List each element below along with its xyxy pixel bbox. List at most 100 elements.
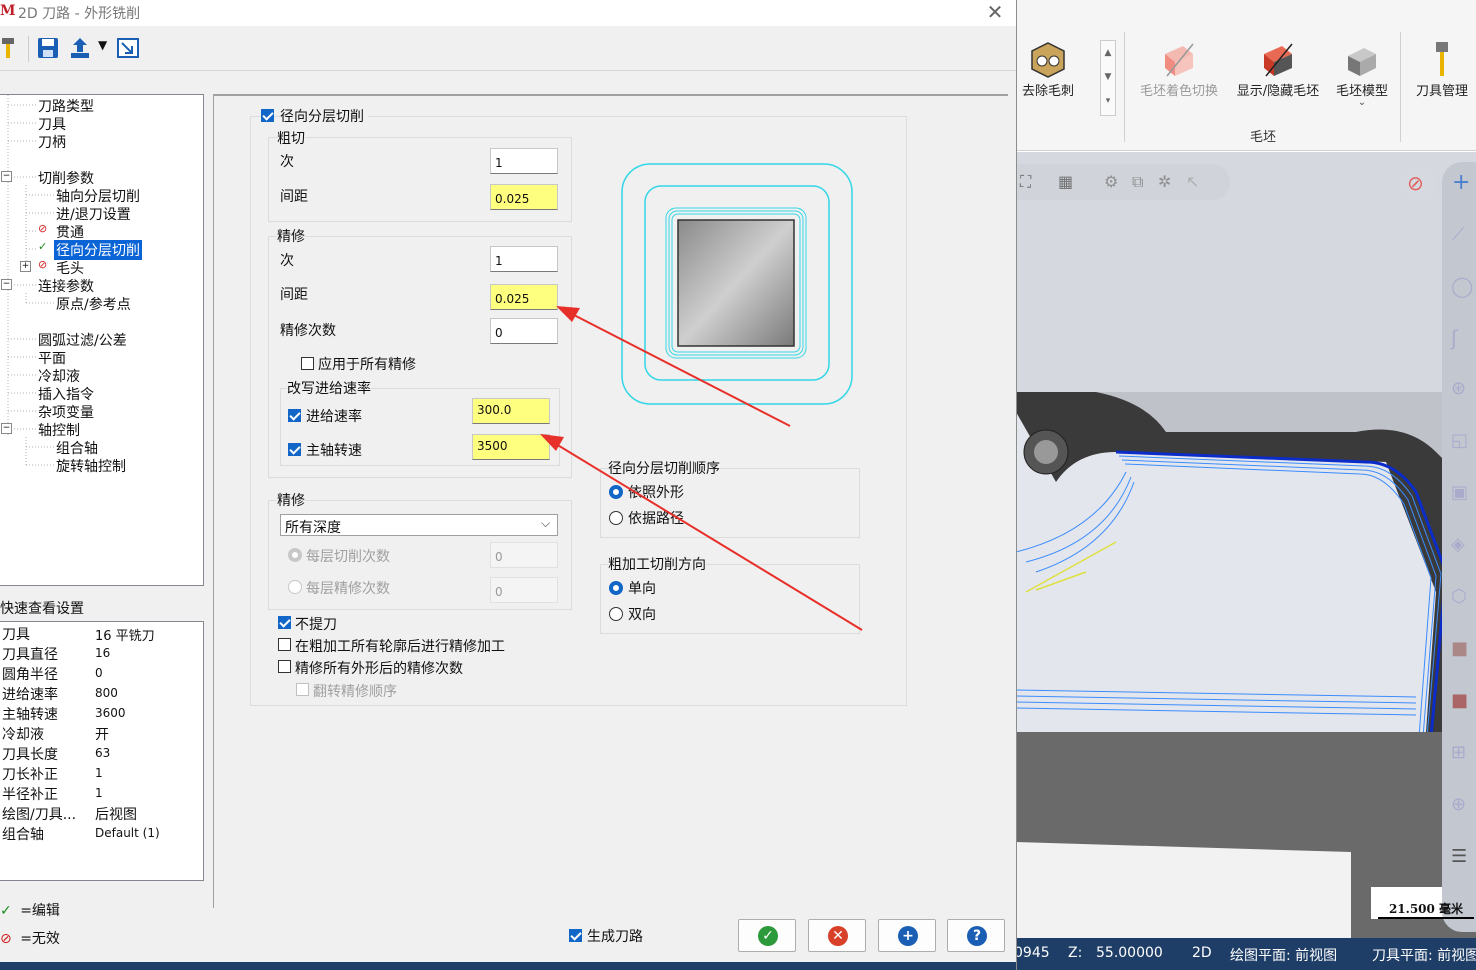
stock-icon[interactable]: ■ [1451, 690, 1468, 711]
rotate-select-icon[interactable]: ✲ [1158, 172, 1171, 191]
rough-spacing-input[interactable]: 0.025 [490, 184, 558, 210]
tree-item-planes[interactable]: 平面 [38, 348, 66, 368]
tree-item-coolant[interactable]: 冷却液 [38, 366, 80, 386]
clear-button[interactable]: ⊘ [1399, 166, 1435, 202]
direction-oneway-radio[interactable] [609, 581, 623, 595]
box-select-icon[interactable]: ▦ [1058, 172, 1073, 191]
gallery-scroll[interactable]: ▲ ▼ ▾ [1100, 40, 1116, 116]
title-bar: M 2D 刀路 - 外形铣削 ✕ [0, 0, 1016, 26]
finish-count-input[interactable]: 1 [490, 246, 558, 272]
finish-spacing-input[interactable]: 0.025 [490, 284, 558, 310]
reverse-finish-label: 翻转精修顺序 [313, 684, 397, 700]
analyze-icon[interactable]: ⊕ [1451, 794, 1466, 815]
circle-icon[interactable]: ◯ [1451, 274, 1473, 298]
status-mode[interactable]: 2D [1192, 945, 1212, 961]
rough-count-input[interactable]: 1 [490, 148, 558, 174]
pointer-icon[interactable]: ↖ [1186, 172, 1199, 191]
collapse-icon[interactable]: − [1, 423, 12, 434]
tree-item-rotary-axis[interactable]: 旋转轴控制 [56, 456, 126, 476]
apply-button[interactable]: + [878, 919, 936, 952]
measure-icon[interactable]: ⊞ [1451, 742, 1466, 763]
tree-item-toolpath-type[interactable]: 刀路类型 [38, 96, 94, 116]
tree-item-linking[interactable]: 连接参数 [38, 276, 94, 296]
ok-button[interactable]: ✓ [738, 919, 796, 952]
sphere-icon[interactable]: ⊛ [1451, 378, 1466, 399]
tree-item-multi-passes[interactable]: 径向分层切削 [54, 240, 142, 260]
tree-item-canned-text[interactable]: 插入指令 [38, 384, 94, 404]
cancel-button[interactable]: ✕ [808, 919, 866, 952]
tree-item-tabs[interactable]: 毛头 [56, 258, 84, 278]
tree-item-lead-in-out[interactable]: 进/退刀设置 [56, 204, 131, 224]
finish-all-count-label: 精修所有外形后的精修次数 [295, 661, 463, 677]
no-lift-checkbox[interactable] [278, 616, 291, 629]
help-button[interactable]: ? [947, 919, 1005, 952]
order-by-contour-radio[interactable] [609, 485, 623, 499]
direction-zigzag-radio[interactable] [609, 607, 623, 621]
wire-icon[interactable]: ⬡ [1451, 586, 1467, 607]
tree-item-break-through[interactable]: 贯通 [56, 222, 84, 242]
tool-icon[interactable] [0, 36, 24, 60]
mesh-icon[interactable]: ◈ [1451, 534, 1465, 555]
override-feed-input[interactable]: 300.0 [472, 398, 550, 424]
direction-zigzag-label: 双向 [628, 607, 656, 623]
tree-item-axis-combination[interactable]: 组合轴 [56, 438, 98, 458]
solid-icon[interactable]: ▣ [1451, 482, 1468, 503]
order-by-path-radio[interactable] [609, 511, 623, 525]
ribbon-group-stock-label: 毛坯 [1249, 130, 1276, 145]
tree-item-tool[interactable]: 刀具 [38, 114, 66, 134]
status-tool-plane[interactable]: 刀具平面: 前视图 [1372, 945, 1476, 965]
override-feed-checkbox[interactable] [288, 409, 301, 422]
select-icon[interactable]: ⛶ [1020, 172, 1031, 192]
tree-item-home-ref[interactable]: 原点/参考点 [56, 294, 131, 314]
reverse-finish-checkbox[interactable] [296, 683, 309, 696]
radial-passes-label: 径向分层切削 [280, 106, 368, 126]
radial-passes-checkbox[interactable] [261, 109, 274, 122]
finish-after-rough-checkbox[interactable] [278, 638, 291, 651]
export-icon[interactable] [68, 36, 92, 60]
per-layer-cut-input[interactable]: 0 [490, 542, 558, 568]
tree-item-cut-params[interactable]: 切削参数 [38, 168, 94, 188]
tree-item-axis-control[interactable]: 轴控制 [38, 420, 80, 440]
finish-depth-select[interactable]: 所有深度 ⌵ [280, 514, 558, 536]
tool-manager-button[interactable]: 刀具管理 [1408, 40, 1476, 99]
remove-burr-button[interactable]: 去除毛刺 [1016, 40, 1080, 99]
collapse-icon[interactable]: − [1, 279, 12, 290]
apply-all-finish-checkbox[interactable] [301, 357, 314, 370]
color-icon[interactable]: ■ [1451, 638, 1468, 659]
show-hide-stock-button[interactable]: 显示/隐藏毛坯 [1228, 40, 1328, 99]
layers-icon[interactable]: ☰ [1451, 846, 1467, 867]
stock-model-button[interactable]: 毛坯模型 ⌄ [1330, 40, 1394, 108]
per-layer-cut-radio[interactable] [288, 548, 302, 562]
save-icon[interactable] [36, 36, 60, 60]
filter-icon[interactable]: ⚙ [1104, 172, 1118, 191]
minimize-to-graphics-icon[interactable] [116, 36, 140, 60]
tree-item-misc-values[interactable]: 杂项变量 [38, 402, 94, 422]
tree-item-depth-cuts[interactable]: 轴向分层切削 [56, 186, 140, 206]
parameter-tree: − + − − 刀路类型 刀具 刀柄 切削参数 轴向分层切削 进/退刀设置 ⊘ … [0, 94, 204, 586]
graphics-viewport[interactable]: ⛶ ▦ ⚙ ⧉ ✲ ↖ ⊘ + ⟋ ◯ ʃ ⊛ ◱ ▣ ◈ ⬡ ■ ■ ⊞ ⊕ … [1016, 152, 1476, 938]
stock-shade-toggle-button[interactable]: 毛坯着色切换 [1134, 40, 1224, 99]
per-layer-finish-radio[interactable] [288, 580, 302, 594]
legend-edit: ✓ =编辑 [0, 903, 60, 919]
close-button[interactable]: ✕ [980, 0, 1010, 24]
surface-icon[interactable]: ◱ [1451, 430, 1468, 451]
apply-all-finish-label: 应用于所有精修 [318, 357, 416, 373]
tree-item-arc-filter[interactable]: 圆弧过滤/公差 [38, 330, 127, 350]
status-drawing-plane[interactable]: 绘图平面: 前视图 [1230, 945, 1337, 965]
finish-all-count-checkbox[interactable] [278, 660, 291, 673]
curve-icon[interactable]: ʃ [1451, 326, 1458, 350]
chevron-down-icon[interactable]: ▼ [98, 38, 107, 52]
per-layer-finish-input[interactable]: 0 [490, 577, 558, 603]
override-spindle-checkbox[interactable] [288, 443, 301, 456]
expand-icon[interactable]: + [20, 261, 31, 272]
finish-count-label: 次 [280, 253, 294, 269]
stock-model-icon [1348, 48, 1376, 76]
collapse-icon[interactable]: − [1, 171, 12, 182]
axis-icon[interactable]: ⟋ [1452, 224, 1465, 245]
override-spindle-input[interactable]: 3500 [472, 434, 550, 460]
finish-passes-input[interactable]: 0 [490, 318, 558, 344]
solid-select-icon[interactable]: ⧉ [1132, 172, 1143, 192]
generate-toolpath-checkbox[interactable] [569, 929, 582, 942]
add-icon[interactable]: + [1452, 170, 1470, 195]
tree-item-holder[interactable]: 刀柄 [38, 132, 66, 152]
